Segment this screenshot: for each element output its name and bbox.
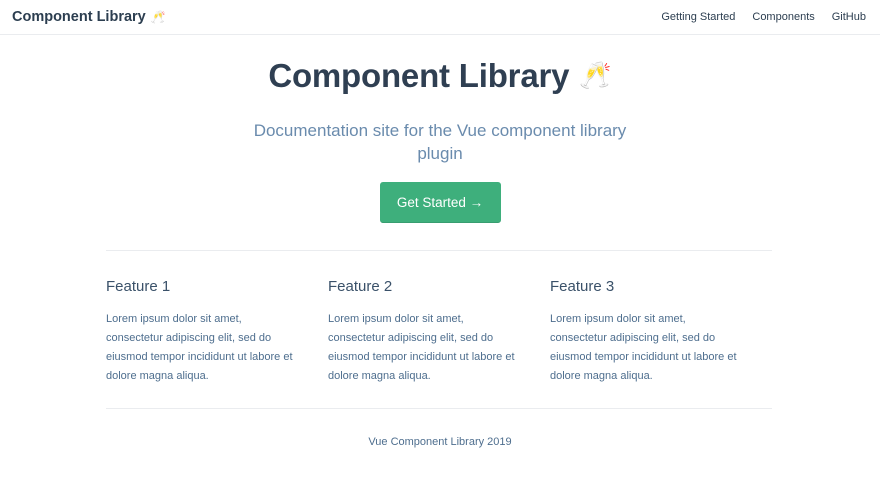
clinking-glasses-icon: 🥂 xyxy=(579,61,612,91)
divider xyxy=(106,250,772,251)
feature-title: Feature 2 xyxy=(328,278,393,295)
nav-link-components[interactable]: Components xyxy=(752,11,814,23)
feature-text: Lorem ipsum dolor sit amet, consectetur … xyxy=(550,313,737,382)
site-title: Component Library xyxy=(12,9,146,25)
footer: Vue Component Library 2019 xyxy=(368,436,512,448)
feature-card: Feature 1 Lorem ipsum dolor sit amet, co… xyxy=(106,278,328,386)
feature-title: Feature 1 xyxy=(106,278,171,295)
feature-text: Lorem ipsum dolor sit amet, consectetur … xyxy=(328,313,515,382)
feature-title: Feature 3 xyxy=(550,278,615,295)
hero-description: Documentation site for the Vue component… xyxy=(253,121,627,163)
feature-text: Lorem ipsum dolor sit amet, consectetur … xyxy=(106,313,293,382)
hero-title-row: Component Library 🥂 xyxy=(0,57,880,95)
brand-link[interactable]: Component Library 🥂 xyxy=(12,9,166,25)
nav-link-getting-started[interactable]: Getting Started xyxy=(661,11,735,23)
nav-link-github[interactable]: GitHub xyxy=(832,11,866,23)
features: Feature 1 Lorem ipsum dolor sit amet, co… xyxy=(106,278,772,386)
divider xyxy=(106,408,772,409)
feature-card: Feature 3 Lorem ipsum dolor sit amet, co… xyxy=(550,278,772,386)
get-started-button[interactable]: Get Started → xyxy=(379,182,501,223)
hero: Component Library 🥂 Documentation site f… xyxy=(0,35,880,223)
nav-links: Getting Started Components GitHub xyxy=(661,11,866,23)
clinking-glasses-icon: 🥂 xyxy=(150,10,166,24)
navbar: Component Library 🥂 Getting Started Comp… xyxy=(0,0,880,35)
hero-title: Component Library xyxy=(268,57,570,94)
feature-card: Feature 2 Lorem ipsum dolor sit amet, co… xyxy=(328,278,550,386)
